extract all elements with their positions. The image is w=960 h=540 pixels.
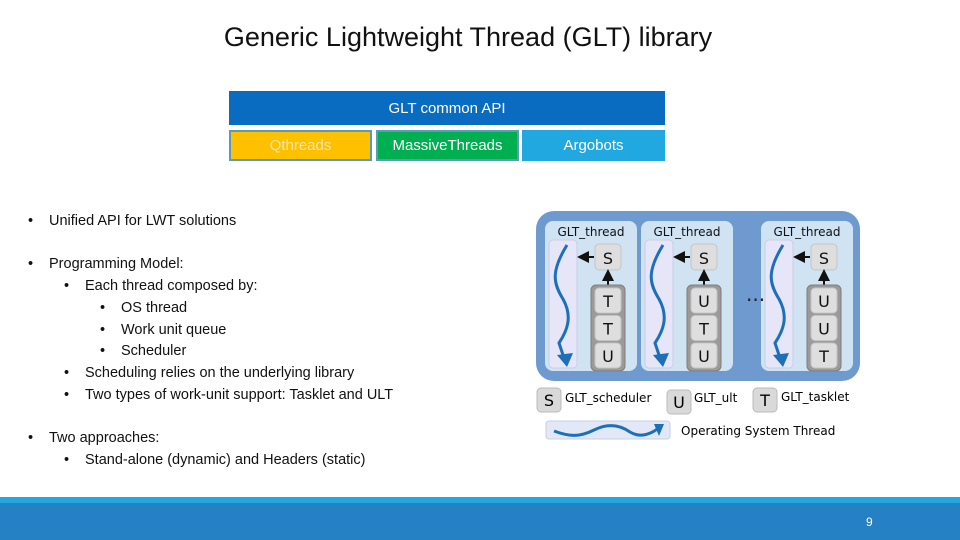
footer-bar: [0, 503, 960, 540]
thread-label: GLT_thread: [654, 225, 721, 239]
legend-t-label: GLT_tasklet: [781, 390, 850, 404]
bullet-work-unit-queue: Work unit queue: [100, 320, 393, 342]
legend-s-label: GLT_scheduler: [565, 391, 651, 405]
bullet-standalone-headers: Stand-alone (dynamic) and Headers (stati…: [64, 450, 393, 472]
work-unit-letter: T: [602, 320, 613, 339]
thread-label: GLT_thread: [558, 225, 625, 239]
legend-os-label: Operating System Thread: [681, 424, 835, 438]
work-unit-letter: T: [602, 292, 613, 311]
bullet-os-thread: OS thread: [100, 298, 393, 320]
bullet-scheduling: Scheduling relies on the underlying libr…: [64, 363, 393, 385]
glt-thread-panel: GLT_thread S UTU: [641, 221, 733, 372]
glt-thread-panel: GLT_threadSTTU: [545, 221, 637, 372]
scheduler-letter: S: [699, 249, 709, 268]
work-unit-letter: T: [698, 320, 709, 339]
scheduler-letter: S: [819, 249, 829, 268]
work-unit-letter: T: [818, 347, 829, 366]
glt-common-api-block: GLT common API: [229, 91, 665, 125]
glt-architecture-diagram: GLT_threadSTTUGLT_threadSUTUGLT_threadSU…: [536, 211, 860, 440]
os-thread-lane: [764, 239, 794, 369]
glt-thread-panel: GLT_threadSUUT: [761, 221, 853, 372]
work-unit-letter: U: [698, 347, 710, 366]
bullet-programming-model: Programming Model:: [28, 254, 393, 276]
argobots-block: Argobots: [522, 130, 665, 161]
slide-title: Generic Lightweight Thread (GLT) library: [223, 22, 713, 52]
bullet-approaches: Two approaches:: [28, 428, 393, 450]
legend-t-key: T: [759, 391, 770, 410]
legend-u-label: GLT_ult: [694, 391, 738, 405]
ellipsis: ...: [746, 282, 765, 306]
legend-u-key: U: [673, 393, 685, 412]
bullet-scheduler: Scheduler: [100, 341, 393, 363]
work-unit-letter: U: [698, 292, 710, 311]
massivethreads-block: MassiveThreads: [376, 130, 519, 161]
os-thread-lane: [644, 239, 674, 369]
bullet-work-unit-types: Two types of work-unit support: Tasklet …: [64, 385, 393, 407]
work-unit-letter: U: [818, 292, 830, 311]
legend-s-key: S: [544, 391, 554, 410]
scheduler-letter: S: [603, 249, 613, 268]
legend: S GLT_scheduler U GLT_ult T GLT_tasklet …: [536, 387, 850, 440]
bullet-list: Unified API for LWT solutions Programmin…: [28, 211, 393, 471]
os-thread-legend-box: [545, 420, 671, 440]
work-unit-letter: U: [818, 320, 830, 339]
page-number: 9: [866, 515, 873, 529]
os-thread-lane: [548, 239, 578, 369]
bullet-thread-composition: Each thread composed by:: [64, 276, 393, 298]
bullet-unified-api: Unified API for LWT solutions: [28, 211, 393, 233]
qthreads-block: Qthreads: [229, 130, 372, 161]
work-unit-letter: U: [602, 347, 614, 366]
thread-label: GLT_thread: [774, 225, 841, 239]
